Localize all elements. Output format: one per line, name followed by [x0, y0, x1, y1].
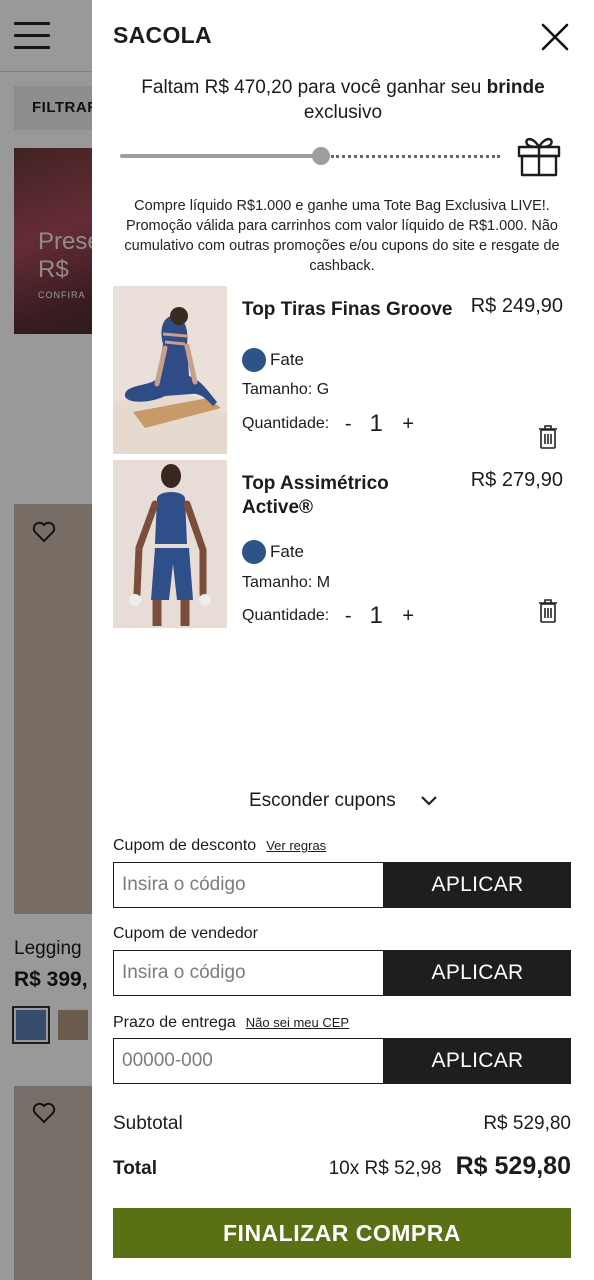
progress-remaining [331, 155, 500, 158]
promo-note: Compre líquido R$1.000 e ganhe uma Tote … [124, 198, 560, 274]
seller-coupon-label: Cupom de vendedor [113, 925, 258, 943]
hide-coupons-label: Esconder cupons [248, 790, 396, 811]
progress-message-text: Faltam R$ 470,20 para você ganhar seu [141, 77, 487, 98]
color-swatch [242, 540, 266, 564]
increase-quantity-button[interactable]: + [397, 605, 419, 628]
decrease-quantity-button[interactable]: - [337, 605, 359, 628]
item-price: R$ 249,90 [470, 295, 563, 317]
cep-input[interactable] [113, 1038, 384, 1084]
total-label: Total [113, 1158, 157, 1179]
apply-discount-button[interactable]: APLICAR [384, 862, 571, 908]
quantity-label: Quantidade: [242, 415, 330, 432]
trash-icon[interactable] [537, 598, 559, 624]
gift-progress-message: Faltam R$ 470,20 para você ganhar seu br… [118, 75, 568, 125]
item-name[interactable]: Top Assimétrico Active® [242, 472, 454, 520]
progress-message-highlight: brinde [486, 77, 545, 98]
apply-cep-button[interactable]: APLICAR [384, 1038, 571, 1084]
subtotal-label: Subtotal [113, 1113, 183, 1134]
discount-coupon-row: APLICAR [113, 862, 571, 908]
product-image[interactable] [113, 460, 227, 628]
cart-item: Top Tiras Finas Groove R$ 249,90 Fate Ta… [113, 286, 575, 456]
chevron-down-icon [421, 796, 437, 806]
subtotal-row: Subtotal R$ 529,80 [113, 1113, 571, 1135]
item-name[interactable]: Top Tiras Finas Groove [242, 298, 454, 322]
item-price: R$ 279,90 [470, 469, 563, 491]
progress-fill [120, 154, 321, 158]
discount-coupon-title: Cupom de desconto [113, 837, 257, 854]
progress-knob [312, 147, 330, 165]
installments-text: 10x R$ 52,98 [328, 1158, 442, 1179]
increase-quantity-button[interactable]: + [397, 413, 419, 436]
quantity-stepper: Quantidade: - 1 + [242, 602, 419, 630]
total-row: Total 10x R$ 52,98 R$ 529,80 [113, 1152, 571, 1181]
product-image[interactable] [113, 286, 227, 454]
cart-drawer: SACOLA Faltam R$ 470,20 para você ganhar… [92, 0, 594, 1280]
color-name: Fate [270, 542, 305, 561]
cart-item: Top Assimétrico Active® R$ 279,90 Fate T… [113, 460, 575, 630]
discount-coupon-label: Cupom de desconto Ver regras [113, 837, 326, 855]
quantity-label: Quantidade: [242, 607, 330, 624]
apply-seller-coupon-button[interactable]: APLICAR [384, 950, 571, 996]
total-summary: 10x R$ 52,98 R$ 529,80 [329, 1152, 571, 1181]
item-size: Tamanho: G [242, 381, 330, 398]
progress-message-suffix: exclusivo [303, 102, 383, 123]
hide-coupons-toggle[interactable]: Esconder cupons [92, 790, 594, 812]
gift-icon [517, 137, 561, 177]
seller-coupon-row: APLICAR [113, 950, 571, 996]
color-name: Fate [270, 350, 305, 369]
item-color: Fate [242, 540, 304, 564]
quantity-stepper: Quantidade: - 1 + [242, 410, 419, 438]
shipping-row: APLICAR [113, 1038, 571, 1084]
seller-coupon-title: Cupom de vendedor [113, 925, 258, 942]
item-color: Fate [242, 348, 304, 372]
subtotal-value: R$ 529,80 [483, 1113, 571, 1134]
decrease-quantity-button[interactable]: - [337, 413, 359, 436]
discount-coupon-input[interactable] [113, 862, 384, 908]
seller-coupon-input[interactable] [113, 950, 384, 996]
shipping-label: Prazo de entrega Não sei meu CEP [113, 1014, 349, 1032]
close-icon[interactable] [540, 22, 570, 52]
unknown-cep-link[interactable]: Não sei meu CEP [246, 1015, 349, 1030]
item-size: Tamanho: M [242, 574, 331, 591]
quantity-value: 1 [369, 602, 383, 629]
total-value: R$ 529,80 [455, 1152, 571, 1180]
checkout-button[interactable]: FINALIZAR COMPRA [113, 1208, 571, 1258]
shipping-title: Prazo de entrega [113, 1014, 236, 1031]
trash-icon[interactable] [537, 424, 559, 450]
view-rules-link[interactable]: Ver regras [266, 838, 326, 853]
drawer-title: SACOLA [113, 22, 212, 48]
color-swatch [242, 348, 266, 372]
quantity-value: 1 [369, 410, 383, 437]
